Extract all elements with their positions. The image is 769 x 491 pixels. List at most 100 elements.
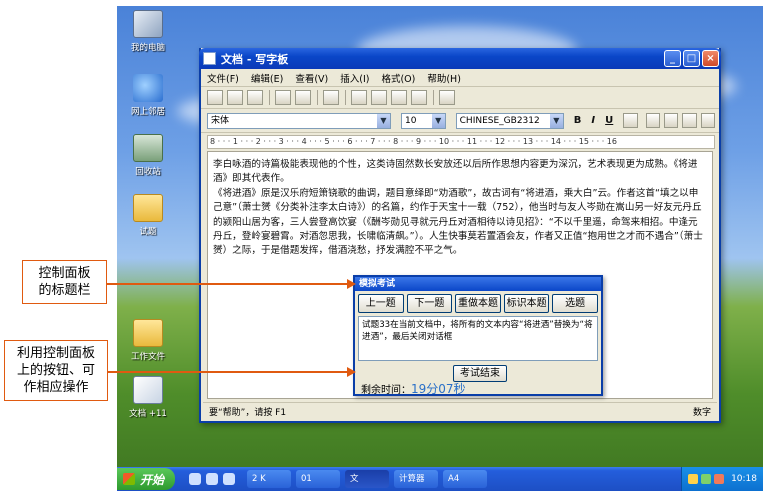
taskbar-button[interactable]: 01 <box>296 470 340 488</box>
new-file-icon[interactable] <box>207 90 223 105</box>
font-size-value: 10 <box>404 115 417 126</box>
chevron-down-icon[interactable]: ▼ <box>376 113 390 128</box>
start-button[interactable]: 开始 <box>117 468 175 490</box>
chevron-down-icon[interactable]: ▼ <box>549 113 563 128</box>
remaining-time-value: 19分07秒 <box>411 382 466 396</box>
quick-launch-ie-icon[interactable] <box>189 473 201 485</box>
tray-icon[interactable] <box>701 474 712 484</box>
taskbar-button[interactable]: 2 K <box>247 470 291 488</box>
chevron-down-icon[interactable]: ▼ <box>431 113 445 128</box>
callout-line: 作相应操作 <box>23 380 89 395</box>
computer-icon <box>133 10 163 38</box>
tray-icon[interactable] <box>688 474 699 484</box>
copy-icon[interactable] <box>371 90 387 105</box>
font-size-select[interactable]: 10 ▼ <box>400 112 446 129</box>
previous-question-button[interactable]: 上一题 <box>358 294 404 313</box>
cut-icon[interactable] <box>351 90 367 105</box>
callout-title-bar: 控制面板 的标题栏 <box>22 260 107 304</box>
tray-icon[interactable] <box>714 474 725 484</box>
wordpad-title: 文档 - 写字板 <box>221 52 289 66</box>
desktop-icon-work-folder[interactable]: 工作文件 <box>117 319 179 362</box>
toolbar-divider <box>317 90 318 105</box>
screenshot-stage: 我的电脑 网上邻居 回收站 试题 工作文件 文档 +11 文档 - 写字板 _ <box>0 0 769 491</box>
desktop-icon-network[interactable]: 网上邻居 <box>117 74 179 117</box>
taskbar-button[interactable]: A4 <box>443 470 487 488</box>
callout-pointer <box>108 371 350 373</box>
print-preview-icon[interactable] <box>295 90 311 105</box>
maximize-button[interactable]: □ <box>683 50 700 67</box>
color-icon[interactable] <box>623 113 638 128</box>
taskbar-button[interactable]: 计算器 <box>394 470 438 488</box>
menu-insert[interactable]: 插入(I) <box>340 71 369 85</box>
arrow-right-icon <box>347 367 356 377</box>
document-paragraph: 李白咏酒的诗篇极能表现他的个性，这类诗固然数长安放还以后所作思想内容更为深沉，艺… <box>213 159 698 185</box>
open-folder-icon[interactable] <box>227 90 243 105</box>
desktop-icon-label: 网上邻居 <box>130 107 165 117</box>
select-question-button[interactable]: 选题 <box>552 294 598 313</box>
underline-button[interactable]: U <box>605 115 613 126</box>
status-help-text: 要“帮助”，请按 F1 <box>209 407 287 418</box>
remaining-time: 剩余时间：19分07秒 <box>361 383 466 397</box>
status-num-indicator: 数字 <box>692 407 711 418</box>
desktop-icon-recycle-bin[interactable]: 回收站 <box>117 134 179 177</box>
desktop-icon-document[interactable]: 文档 +11 <box>117 376 179 419</box>
close-button[interactable]: × <box>702 50 719 67</box>
undo-icon[interactable] <box>411 90 427 105</box>
save-icon[interactable] <box>247 90 263 105</box>
desktop-icon-my-computer[interactable]: 我的电脑 <box>117 10 179 53</box>
script-select[interactable]: CHINESE_GB2312 ▼ <box>455 112 564 129</box>
redo-question-button[interactable]: 重做本题 <box>455 294 501 313</box>
print-icon[interactable] <box>275 90 291 105</box>
font-name-value: 宋体 <box>211 115 230 126</box>
menu-bar: 文件(F) 编辑(E) 查看(V) 插入(I) 格式(O) 帮助(H) <box>201 69 719 87</box>
find-icon[interactable] <box>323 90 339 105</box>
menu-format[interactable]: 格式(O) <box>381 71 415 85</box>
wordpad-app-icon <box>203 52 216 65</box>
menu-file[interactable]: 文件(F) <box>207 71 239 85</box>
next-question-button[interactable]: 下一题 <box>406 294 453 313</box>
align-center-icon[interactable] <box>663 113 679 128</box>
desktop-icon-label: 回收站 <box>135 167 161 177</box>
paste-icon[interactable] <box>391 90 407 105</box>
mark-question-button[interactable]: 标识本题 <box>503 294 550 313</box>
remaining-time-label: 剩余时间： <box>361 385 411 396</box>
desktop-icon-label: 我的电脑 <box>130 43 165 53</box>
network-icon <box>133 74 163 102</box>
toolbar-divider <box>269 90 270 105</box>
quick-launch-media-icon[interactable] <box>206 473 218 485</box>
desktop-icon-label: 试题 <box>139 227 157 237</box>
minimize-button[interactable]: _ <box>664 50 681 67</box>
folder-icon <box>133 319 163 347</box>
menu-help[interactable]: 帮助(H) <box>427 71 461 85</box>
menu-view[interactable]: 查看(V) <box>295 71 328 85</box>
callout-line: 利用控制面板 <box>16 346 95 361</box>
taskbar-button-wordpad[interactable]: 文 <box>345 470 389 488</box>
quick-launch-desktop-icon[interactable] <box>223 473 235 485</box>
folder-icon <box>133 194 163 222</box>
bold-button[interactable]: B <box>574 115 582 126</box>
status-bar: 要“帮助”，请按 F1 数字 <box>203 402 717 419</box>
question-text: 试题33在当前文档中，将所有的文本内容“将进酒”替换为“将进酒”，最后关闭对话框 <box>358 316 598 361</box>
panel-title-bar[interactable]: 模拟考试 <box>355 277 601 291</box>
start-label: 开始 <box>140 472 165 487</box>
windows-logo-icon <box>123 473 135 485</box>
bullets-icon[interactable] <box>700 113 715 128</box>
menu-edit[interactable]: 编辑(E) <box>251 71 283 85</box>
end-exam-button[interactable]: 考试结束 <box>453 365 507 382</box>
insert-date-icon[interactable] <box>439 90 455 105</box>
exam-control-panel: 模拟考试 上一题 下一题 重做本题 标识本题 选题 试题33在当前文档中，将所有… <box>353 275 603 396</box>
panel-button-row: 上一题 下一题 重做本题 标识本题 选题 <box>355 291 601 313</box>
align-right-icon[interactable] <box>682 113 697 128</box>
toolbar-divider <box>433 90 434 105</box>
document-icon <box>133 376 163 404</box>
format-toolbar: 宋体 ▼ 10 ▼ CHINESE_GB2312 ▼ B I U <box>201 109 719 133</box>
italic-button[interactable]: I <box>591 115 595 126</box>
desktop-icon-label: 文档 +11 <box>129 409 167 419</box>
align-left-icon[interactable] <box>645 113 660 128</box>
wordpad-title-bar[interactable]: 文档 - 写字板 _ □ × <box>199 48 721 69</box>
desktop-icon-folder[interactable]: 试题 <box>117 194 179 237</box>
taskbar: 开始 2 K 01 文 计算器 A4 10:18 <box>117 467 763 491</box>
ruler[interactable]: 8 · · · 1 · · · 2 · · · 3 · · · 4 · · · … <box>207 135 715 149</box>
arrow-right-icon <box>347 279 356 289</box>
font-name-select[interactable]: 宋体 ▼ <box>207 112 391 129</box>
